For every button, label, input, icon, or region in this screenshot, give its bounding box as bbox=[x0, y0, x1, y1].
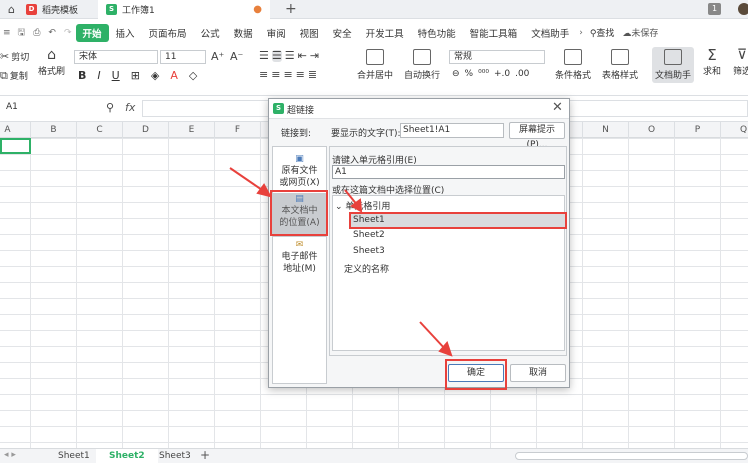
arrow-to-nav bbox=[229, 167, 266, 193]
arrowhead-nav bbox=[256, 183, 272, 198]
annotation-arrows bbox=[229, 167, 453, 357]
arrow-to-ok bbox=[419, 321, 447, 351]
